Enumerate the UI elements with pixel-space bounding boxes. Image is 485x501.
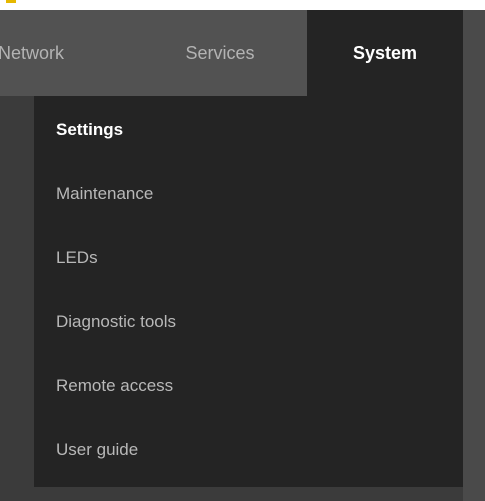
menu-item-maintenance[interactable]: Maintenance bbox=[56, 184, 153, 204]
tab-network[interactable]: Network bbox=[0, 10, 130, 96]
tab-network-label: Network bbox=[0, 42, 65, 63]
menu-item-leds[interactable]: LEDs bbox=[56, 248, 98, 268]
tab-system-label: System bbox=[352, 42, 418, 63]
menu-item-user-guide[interactable]: User guide bbox=[56, 440, 138, 460]
menu-item-remote-access[interactable]: Remote access bbox=[56, 376, 173, 396]
tab-services[interactable]: Services bbox=[145, 10, 295, 96]
menu-item-settings[interactable]: Settings bbox=[56, 120, 123, 140]
browser-icon bbox=[6, 0, 16, 3]
menu-item-diagnostic-tools[interactable]: Diagnostic tools bbox=[56, 312, 176, 332]
system-dropdown-menu: Settings Maintenance LEDs Diagnostic too… bbox=[34, 96, 463, 487]
browser-chrome-strip bbox=[0, 0, 485, 10]
tab-system[interactable]: System bbox=[307, 10, 463, 96]
right-edge-strip bbox=[463, 10, 485, 501]
tab-services-label: Services bbox=[185, 42, 255, 63]
